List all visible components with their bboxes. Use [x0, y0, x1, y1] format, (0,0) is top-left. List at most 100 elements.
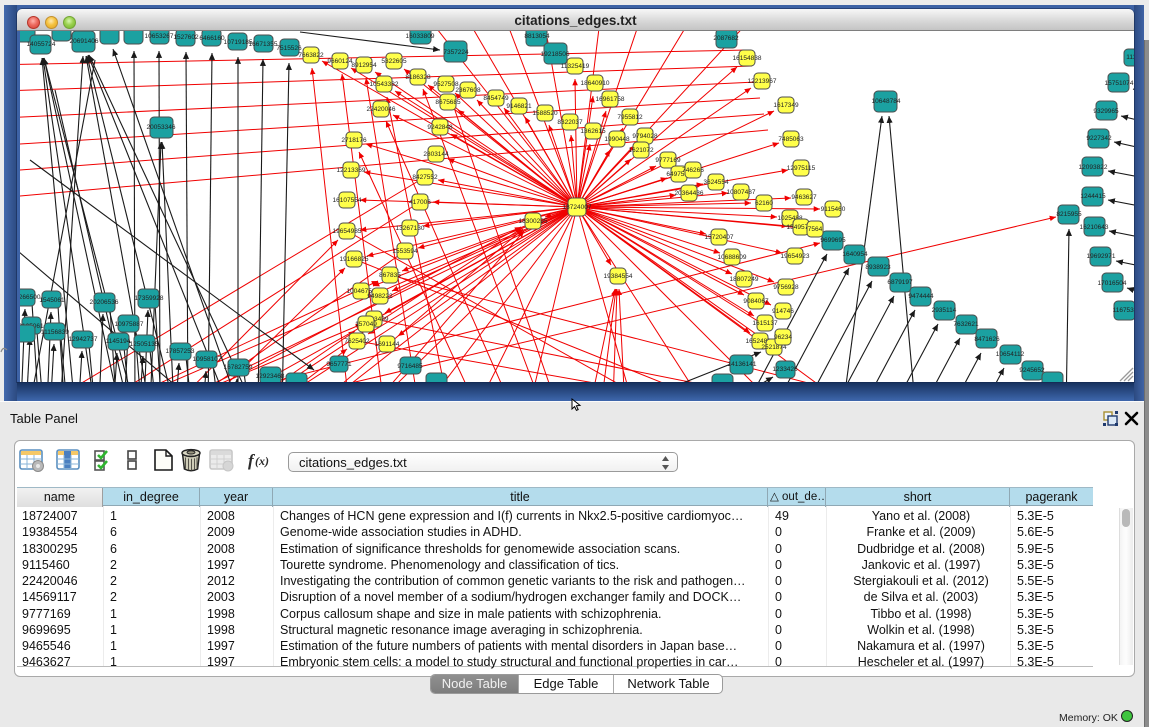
svg-text:1545061: 1545061: [39, 297, 65, 304]
svg-text:15751074: 15751074: [1105, 80, 1134, 87]
svg-text:12942737: 12942737: [69, 336, 98, 343]
svg-text:12975115: 12975115: [787, 165, 816, 172]
svg-text:20053346: 20053346: [147, 124, 176, 131]
svg-text:12505135: 12505135: [130, 341, 159, 348]
svg-text:9794028: 9794028: [632, 133, 658, 140]
svg-text:10958107: 10958107: [193, 356, 222, 363]
svg-text:9498222: 9498222: [367, 293, 393, 300]
svg-text:746266: 746266: [682, 167, 704, 174]
svg-text:12923468: 12923468: [256, 373, 285, 380]
svg-text:17857253: 17857253: [166, 348, 195, 355]
svg-text:19654923: 19654923: [781, 253, 810, 260]
svg-text:96234: 96234: [774, 334, 792, 341]
svg-text:6879197: 6879197: [887, 279, 913, 286]
svg-text:19166825: 19166825: [340, 256, 369, 263]
svg-text:10648784: 10648784: [872, 98, 901, 105]
svg-text:10653267: 10653267: [145, 33, 174, 40]
svg-text:7485063: 7485063: [778, 136, 804, 143]
svg-text:9242848: 9242848: [427, 124, 453, 131]
svg-text:16961758: 16961758: [596, 96, 625, 103]
svg-text:8322037: 8322037: [557, 119, 583, 126]
svg-text:1691144: 1691144: [375, 341, 400, 348]
svg-text:1244415: 1244415: [1080, 193, 1106, 200]
svg-text:9084067: 9084067: [743, 298, 769, 305]
svg-text:12213967: 12213967: [748, 78, 777, 85]
svg-text:9716485: 9716485: [397, 363, 423, 370]
svg-text:16210643: 16210643: [1080, 224, 1109, 231]
svg-text:2935114: 2935114: [932, 307, 957, 314]
svg-text:12213369: 12213369: [337, 167, 366, 174]
svg-text:1588520: 1588520: [532, 110, 558, 117]
svg-text:7955812: 7955812: [617, 114, 643, 121]
svg-text:8471626: 8471626: [974, 336, 1000, 343]
svg-text:8938923: 8938923: [865, 264, 891, 271]
svg-text:11156839: 11156839: [41, 329, 69, 336]
svg-text:8675685: 8675685: [435, 99, 461, 106]
svg-text:18724007: 18724007: [563, 204, 592, 211]
svg-text:16671355: 16671355: [249, 41, 278, 48]
svg-text:62160: 62160: [755, 200, 773, 207]
svg-text:1167533: 1167533: [1113, 307, 1134, 314]
svg-text:16033809: 16033809: [406, 33, 435, 40]
svg-text:9329965: 9329965: [1093, 108, 1119, 115]
svg-text:9245652: 9245652: [1019, 367, 1045, 374]
svg-text:20691406: 20691406: [70, 38, 99, 45]
svg-text:9227342: 9227342: [1086, 135, 1112, 142]
svg-text:10975887: 10975887: [115, 321, 144, 328]
svg-text:1617349: 1617349: [773, 102, 799, 109]
svg-text:2803144: 2803144: [423, 151, 449, 158]
svg-text:8912954: 8912954: [351, 62, 377, 69]
svg-text:9777169: 9777169: [655, 157, 681, 164]
svg-text:18640910: 18640910: [581, 80, 610, 87]
svg-text:7663822: 7663822: [298, 52, 324, 59]
svg-text:11325419: 11325419: [561, 63, 590, 70]
svg-text:10654112: 10654112: [996, 351, 1025, 358]
svg-text:417006: 417006: [409, 199, 431, 206]
svg-text:1112: 1112: [1126, 54, 1134, 61]
svg-text:19384554: 19384554: [604, 273, 633, 280]
svg-text:1553594: 1553594: [392, 248, 418, 255]
svg-text:9660124: 9660124: [327, 58, 353, 65]
svg-text:20364436: 20364436: [675, 190, 704, 197]
svg-text:1640954: 1640954: [842, 251, 868, 258]
svg-text:6466160: 6466160: [199, 35, 225, 42]
svg-text:9146821: 9146821: [506, 103, 532, 110]
svg-text:10807487: 10807487: [727, 189, 756, 196]
svg-text:15720407: 15720407: [705, 234, 734, 241]
svg-text:17359928: 17359928: [135, 295, 164, 302]
svg-text:9474444: 9474444: [908, 293, 934, 300]
svg-text:8454749: 8454749: [483, 95, 509, 102]
svg-text:7515526: 7515526: [276, 45, 302, 52]
svg-text:9463627: 9463627: [791, 194, 817, 201]
svg-text:8813054: 8813054: [524, 33, 550, 40]
svg-text:9756928: 9756928: [773, 284, 799, 291]
svg-text:10543382: 10543382: [370, 81, 399, 88]
svg-text:7625402: 7625402: [344, 338, 370, 345]
svg-text:914746: 914746: [772, 308, 794, 315]
svg-text:18807249: 18807249: [730, 276, 759, 283]
svg-text:8215955: 8215955: [1056, 211, 1082, 218]
svg-text:17016504: 17016504: [1098, 280, 1127, 287]
svg-text:7357224: 7357224: [443, 49, 469, 56]
svg-text:5322605: 5322605: [381, 58, 407, 65]
svg-text:867835: 867835: [379, 272, 401, 279]
svg-text:1145194: 1145194: [106, 338, 131, 345]
svg-text:9699695: 9699695: [820, 237, 846, 244]
svg-text:1621072: 1621072: [628, 147, 654, 154]
svg-text:1362615: 1362615: [580, 128, 606, 135]
svg-text:20206536: 20206536: [90, 299, 119, 306]
svg-text:10688609: 10688609: [718, 254, 747, 261]
svg-text:2367608: 2367608: [455, 87, 481, 94]
svg-text:1233426: 1233426: [772, 366, 798, 373]
svg-text:9115460: 9115460: [821, 206, 846, 213]
svg-text:1990448: 1990448: [604, 136, 630, 143]
svg-text:8427552: 8427552: [412, 174, 438, 181]
svg-text:3624554: 3624554: [703, 179, 729, 186]
svg-text:7632621: 7632621: [953, 321, 979, 328]
svg-text:14136141: 14136141: [728, 361, 757, 368]
svg-text:14055724: 14055724: [27, 41, 56, 48]
svg-text:(x): (x): [255, 454, 269, 468]
svg-text:9657771: 9657771: [326, 361, 352, 368]
svg-text:2718176: 2718176: [341, 137, 367, 144]
svg-text:7564: 7564: [808, 226, 823, 233]
